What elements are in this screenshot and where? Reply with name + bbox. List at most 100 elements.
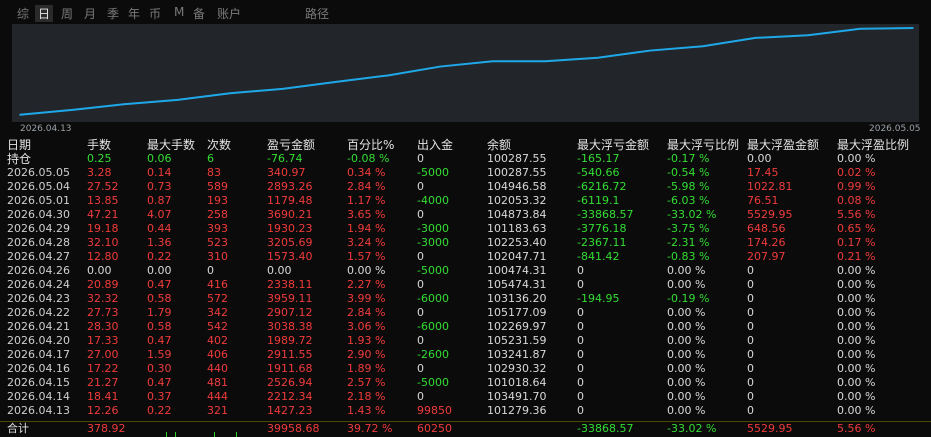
row-date: 2026.04.15 [7,376,70,389]
total-cell: 60250 [417,422,452,435]
tab-2[interactable]: 周 [61,5,73,22]
row-date: 2026.04.20 [7,334,70,347]
tab-3[interactable]: 月 [84,5,96,22]
tab-9[interactable]: 账户 [217,5,241,22]
tab-8[interactable]: 备 [193,5,205,22]
row-date: 2026.05.01 [7,194,70,207]
row-date: 2026.04.24 [7,278,70,291]
row-cell: -540.66 [577,166,620,179]
table-row: 2026.04.21 28.30 0.58 542 3038.38 3.06 % -6000… [0,320,931,334]
row-cell: 416 [207,278,228,291]
row-cell: 17.33 [87,334,119,347]
row-cell: 1.89 % [347,362,386,375]
row-cell: 0.21 % [837,250,876,263]
tab-6[interactable]: 币 [149,5,161,22]
table-row: 2026.04.22 27.73 1.79 342 2907.12 2.84 % 0 1051… [0,306,931,320]
tab-0[interactable]: 综 [17,5,29,22]
table-row: 2026.04.23 32.32 0.58 572 3959.11 3.99 % -6000… [0,292,931,306]
period-tabs: 综日周月季年币 M 备账户 路径 [0,0,931,24]
tab-5[interactable]: 年 [128,5,140,22]
row-cell: 0 [747,376,754,389]
row-cell: -194.95 [577,292,620,305]
row-cell: 5529.95 [747,208,793,221]
column-header: 百分比% [347,138,395,152]
table-row: 2026.04.30 47.21 4.07 258 3690.21 3.65 % 0 1048… [0,208,931,222]
row-cell: 0 [417,208,424,221]
row-cell: 0.14 [147,166,172,179]
row-cell: 0.37 [147,390,172,403]
tab-4[interactable]: 季 [107,5,119,22]
row-cell: 0 [747,292,754,305]
row-cell: 0 [577,264,584,277]
equity-curve-chart [12,24,919,122]
equity-point [439,65,442,68]
total-cell: -33.02 % [667,422,717,435]
row-cell: 0.47 [147,278,172,291]
row-cell: 0.00 [87,264,112,277]
row-date: 2026.04.17 [7,348,70,361]
row-cell: 3.65 % [347,208,386,221]
column-header: 手数 [87,138,112,152]
equity-point [649,49,652,52]
row-cell: 193 [207,194,228,207]
row-cell: 440 [207,362,228,375]
tab-7[interactable]: M [174,5,184,19]
row-cell: 0.00 % [837,376,876,389]
column-header: 盈亏金额 [267,138,316,152]
row-cell: 0.00 % [667,264,706,277]
equity-point [176,99,179,101]
row-cell: 0.17 % [837,236,876,249]
equity-point [807,34,809,37]
row-cell: 342 [207,306,228,319]
row-cell: 0 [747,404,754,417]
row-cell: 0.00 % [837,278,876,291]
row-cell: -3000 [417,222,449,235]
row-cell: 0 [747,348,754,361]
row-cell: 0.58 [147,292,172,305]
row-cell: 103136.20 [487,292,547,305]
row-cell: 0 [417,390,424,403]
row-cell: 321 [207,404,228,417]
row-cell: 0.00 % [837,292,876,305]
holding-cell: 100287.55 [487,152,547,165]
row-cell: 572 [207,292,228,305]
row-cell: -5.98 % [667,180,710,193]
row-cell: 1930.23 [267,222,313,235]
holding-cell: -0.17 % [667,152,710,165]
row-cell: 0 [577,376,584,389]
tab-1[interactable]: 日 [35,5,54,22]
table-row: 2026.04.20 17.33 0.47 402 1989.72 1.93 % 0 1052… [0,334,931,348]
row-cell: 3.06 % [347,320,386,333]
row-cell: 0.00 [267,264,292,277]
tab-10[interactable]: 路径 [305,5,329,22]
table-row: 2026.04.26 0.00 0.00 0 0.00 0.00 % -5000 100474… [0,264,931,278]
row-cell: 102047.71 [487,250,547,263]
row-cell: -3.75 % [667,222,710,235]
row-cell: -6000 [417,320,449,333]
row-cell: 21.27 [87,376,119,389]
row-cell: 0.02 % [837,166,876,179]
row-cell: 1.17 % [347,194,386,207]
row-cell: 0 [747,362,754,375]
total-cell: 39.72 % [347,422,393,435]
equity-point [124,103,126,105]
equity-point [544,60,547,63]
row-cell: 1.57 % [347,250,386,263]
row-cell: 0 [207,264,214,277]
row-cell: 1.79 [147,306,172,319]
row-cell: 83 [207,166,221,179]
row-cell: 1911.68 [267,362,313,375]
row-cell: 0.44 [147,222,172,235]
row-cell: 0.65 % [837,222,876,235]
row-cell: 0.00 % [667,348,706,361]
row-cell: 27.52 [87,180,119,193]
row-cell: 0.00 [147,264,172,277]
row-cell: -5000 [417,264,449,277]
row-cell: 1573.40 [267,250,313,263]
holding-cell: 0.06 [147,152,172,165]
holding-cell: -76.74 [267,152,303,165]
row-cell: 47.21 [87,208,119,221]
row-cell: 0.47 [147,376,172,389]
row-cell: 3959.11 [267,292,313,305]
row-cell: 27.00 [87,348,119,361]
